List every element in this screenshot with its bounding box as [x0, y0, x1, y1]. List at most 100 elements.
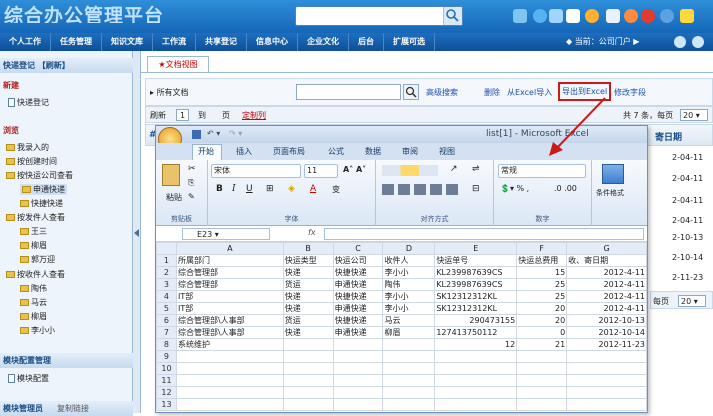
cell[interactable]: 货运: [282, 314, 334, 327]
redo-icon[interactable]: ↷ ▾: [229, 129, 242, 138]
row-header[interactable]: 12: [156, 386, 177, 399]
all-documents-button[interactable]: ▸ 所有文档: [150, 87, 189, 98]
sidebar-item-quick-register[interactable]: 快递登记: [8, 97, 49, 108]
ribbon-tab-insert[interactable]: 插入: [236, 146, 252, 157]
cell[interactable]: [382, 386, 436, 399]
cell[interactable]: [382, 398, 436, 411]
cell[interactable]: [175, 362, 284, 375]
cell[interactable]: 申通快递: [332, 278, 384, 291]
doc-search-button[interactable]: [403, 84, 419, 100]
monitor-icon[interactable]: [549, 9, 563, 23]
page-number-input[interactable]: 1: [176, 109, 189, 121]
advanced-search-link[interactable]: 高级搜索: [426, 87, 458, 98]
cell[interactable]: [516, 386, 568, 399]
wrap-text-icon[interactable]: ⇌: [472, 164, 480, 174]
row-header[interactable]: 11: [156, 374, 177, 387]
user-icon[interactable]: [660, 9, 674, 23]
cell[interactable]: 2012-10-13: [566, 314, 647, 327]
cell[interactable]: KL239987639CS: [434, 278, 518, 291]
cell[interactable]: [566, 374, 647, 387]
column-header[interactable]: G: [566, 242, 647, 255]
row-header[interactable]: 1: [156, 254, 177, 267]
save-icon[interactable]: [192, 130, 201, 139]
cell[interactable]: 快递: [282, 326, 334, 339]
cell[interactable]: 综合管理部\人事部: [175, 326, 284, 339]
cell[interactable]: 系统维护: [175, 338, 284, 351]
cell[interactable]: 20: [516, 302, 568, 315]
tree-item[interactable]: 按收件人查看: [6, 269, 65, 280]
search-button[interactable]: [443, 7, 462, 25]
nav-item-personal-work[interactable]: 个人工作: [0, 33, 51, 51]
copy-icon[interactable]: ⎘: [188, 178, 194, 188]
cell[interactable]: 快运总费用: [516, 254, 568, 267]
tree-item[interactable]: 李小小: [20, 325, 55, 336]
cell[interactable]: [516, 362, 568, 375]
cell[interactable]: [282, 386, 334, 399]
cell[interactable]: 快运公司: [332, 254, 384, 267]
cell[interactable]: [566, 350, 647, 363]
cell[interactable]: 21: [516, 338, 568, 351]
cell[interactable]: 综合管理部: [175, 266, 284, 279]
cell[interactable]: [382, 374, 436, 387]
cell[interactable]: 快递: [282, 302, 334, 315]
nav-item-workflow[interactable]: 工作流: [153, 33, 196, 51]
cell[interactable]: [566, 398, 647, 411]
tree-item[interactable]: 柳眉: [20, 311, 47, 322]
cell[interactable]: 马云: [382, 314, 436, 327]
cell[interactable]: [516, 398, 568, 411]
cell[interactable]: 李小小: [382, 302, 436, 315]
cell[interactable]: SK12312312KL: [434, 302, 518, 315]
name-box[interactable]: E23 ▾: [182, 228, 270, 240]
cell[interactable]: 快递: [282, 266, 334, 279]
ribbon-tab-review[interactable]: 审阅: [402, 146, 418, 157]
cell[interactable]: [332, 350, 384, 363]
cell[interactable]: [434, 374, 518, 387]
font-color-icon[interactable]: A: [310, 184, 316, 194]
sidebar-splitter[interactable]: [133, 51, 141, 413]
cell[interactable]: [175, 398, 284, 411]
currency-icon[interactable]: 💲▾ % ,: [500, 184, 529, 193]
cell[interactable]: [434, 362, 518, 375]
cell[interactable]: 申通快递: [332, 326, 384, 339]
nav-item-corporate-culture[interactable]: 企业文化: [298, 33, 349, 51]
cell[interactable]: 15: [516, 266, 568, 279]
paste-label[interactable]: 粘贴: [166, 192, 182, 203]
tree-item[interactable]: 按发件人查看: [6, 212, 65, 223]
paste-icon[interactable]: [162, 164, 180, 186]
cell[interactable]: [516, 374, 568, 387]
cell[interactable]: 陶伟: [382, 278, 436, 291]
merge-center-icon[interactable]: ⊟: [472, 184, 480, 194]
column-header[interactable]: E: [434, 242, 518, 255]
tree-item[interactable]: 我录入的: [6, 142, 49, 153]
cell[interactable]: 2012-11-23: [566, 338, 647, 351]
mail-icon[interactable]: [606, 9, 620, 23]
tab-document-view[interactable]: ★文档视图: [147, 56, 209, 72]
ribbon-tab-home[interactable]: 开始: [198, 146, 214, 157]
cell[interactable]: [282, 398, 334, 411]
column-header[interactable]: C: [332, 242, 384, 255]
row-header[interactable]: 4: [156, 290, 177, 303]
cell[interactable]: IT部: [175, 302, 284, 315]
cell[interactable]: KL239987639CS: [434, 266, 518, 279]
ribbon-tab-data[interactable]: 数据: [365, 146, 381, 157]
corner-cell[interactable]: [156, 242, 177, 255]
nav-item-backend[interactable]: 后台: [349, 33, 384, 51]
cell[interactable]: 所属部门: [175, 254, 284, 267]
cell[interactable]: 2012-10-14: [566, 326, 647, 339]
column-header[interactable]: B: [282, 242, 334, 255]
fill-color-icon[interactable]: ◈: [288, 184, 295, 194]
ribbon-tab-formulas[interactable]: 公式: [328, 146, 344, 157]
cell[interactable]: 25: [516, 290, 568, 303]
tree-item[interactable]: 柳眉: [20, 240, 47, 251]
nav-item-extensions[interactable]: 扩展可选: [384, 33, 435, 51]
cell[interactable]: 柳眉: [382, 326, 436, 339]
number-format-select[interactable]: 常规: [498, 164, 586, 178]
tree-item[interactable]: 快捷快递: [20, 198, 63, 209]
cell[interactable]: 290473155: [434, 314, 518, 327]
function-icon[interactable]: fx: [308, 228, 316, 237]
row-header[interactable]: 5: [156, 302, 177, 315]
modify-field-link[interactable]: 修改字段: [614, 87, 646, 98]
cell[interactable]: 综合管理部: [175, 278, 284, 291]
delete-link[interactable]: 删除: [484, 87, 500, 98]
cell[interactable]: 127413750112: [434, 326, 518, 339]
